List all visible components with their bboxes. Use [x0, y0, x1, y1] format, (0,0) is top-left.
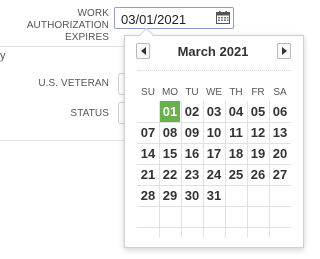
work-authorization-label-line2: EXPIRES	[64, 32, 109, 43]
calendar-icon[interactable]	[216, 11, 230, 24]
section-heading-fragment: y	[0, 50, 6, 62]
calendar-day[interactable]: 30	[181, 185, 203, 206]
calendar-day[interactable]: 27	[269, 164, 291, 185]
weekday-header: TH	[229, 87, 243, 98]
datepicker-header-divider	[137, 70, 291, 71]
calendar-day[interactable]: 05	[247, 101, 269, 122]
weekday-header: FR	[251, 87, 265, 98]
work-authorization-label-line1: WORK AUTHORIZATION	[26, 8, 109, 31]
weekday-header: MO	[161, 87, 179, 98]
calendar-day[interactable]: 26	[247, 164, 269, 185]
calendar-day[interactable]: 07	[137, 122, 159, 143]
calendar-day[interactable]: 12	[247, 122, 269, 143]
calendar-day-selected[interactable]: 01	[160, 101, 180, 122]
form-divider	[0, 140, 124, 141]
calendar-day[interactable]: 28	[137, 185, 159, 206]
calendar-day[interactable]: 25	[225, 164, 247, 185]
weekday-header: SA	[273, 87, 287, 98]
calendar-day[interactable]: 19	[247, 143, 269, 164]
calendar-day[interactable]: 10	[203, 122, 225, 143]
calendar-day[interactable]: 13	[269, 122, 291, 143]
calendar-day[interactable]: 24	[203, 164, 225, 185]
section-divider	[0, 46, 124, 47]
grid-line	[137, 227, 291, 228]
datepicker-popup: March 2021 SU MO TU WE TH FR SA 01 02 03 04 05 06 07 0…	[124, 27, 304, 248]
datepicker-caret	[138, 27, 155, 44]
weekday-header: TU	[185, 87, 199, 98]
status-label: STATUS	[70, 108, 109, 119]
work-authorization-expires-label: WORK AUTHORIZATION EXPIRES	[0, 8, 109, 44]
prev-month-button[interactable]	[136, 43, 150, 59]
calendar-day[interactable]: 14	[137, 143, 159, 164]
calendar-day[interactable]: 09	[181, 122, 203, 143]
calendar-day[interactable]: 11	[225, 122, 247, 143]
calendar-day[interactable]: 04	[225, 101, 247, 122]
calendar-day[interactable]: 08	[159, 122, 181, 143]
grid-line	[137, 206, 291, 207]
calendar-day[interactable]: 18	[225, 143, 247, 164]
calendar-day[interactable]: 03	[203, 101, 225, 122]
calendar-day[interactable]: 17	[203, 143, 225, 164]
calendar-day[interactable]: 23	[181, 164, 203, 185]
chevron-right-icon	[281, 47, 287, 55]
calendar-day[interactable]: 21	[137, 164, 159, 185]
calendar-day[interactable]: 20	[269, 143, 291, 164]
chevron-left-icon	[140, 47, 146, 55]
calendar-day[interactable]: 16	[181, 143, 203, 164]
calendar-day[interactable]: 31	[203, 185, 225, 206]
calendar-day[interactable]: 02	[181, 101, 203, 122]
calendar-day[interactable]: 22	[159, 164, 181, 185]
datepicker-month-title: March 2021	[177, 44, 249, 59]
next-month-button[interactable]	[277, 43, 291, 59]
calendar-day[interactable]: 06	[269, 101, 291, 122]
weekday-header: SU	[141, 87, 155, 98]
us-veteran-label: U.S. VETERAN	[38, 78, 109, 89]
calendar-day[interactable]: 15	[159, 143, 181, 164]
calendar-day[interactable]: 29	[159, 185, 181, 206]
weekday-header: WE	[205, 87, 223, 98]
